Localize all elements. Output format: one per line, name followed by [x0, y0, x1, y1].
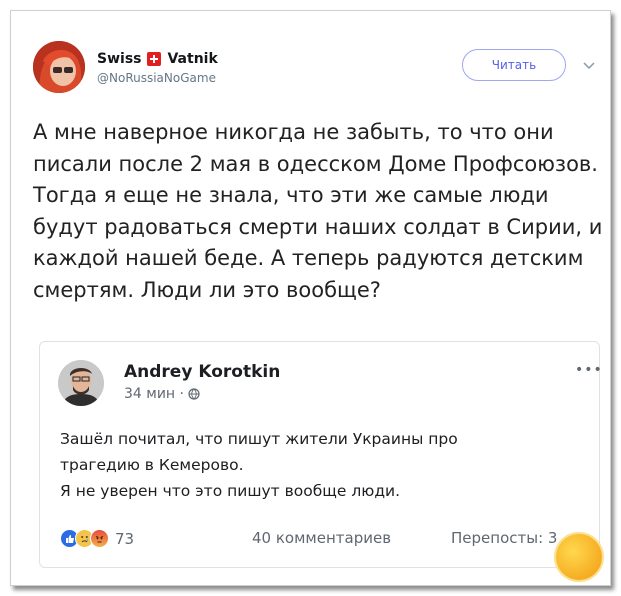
globe-icon: [188, 388, 200, 400]
post-line: Я не уверен что это пишут вообще люди.: [60, 482, 401, 500]
post-author-name[interactable]: Andrey Korotkin: [124, 362, 280, 382]
author-handle[interactable]: @NoRussiaNoGame: [97, 71, 216, 85]
author-name-part1: Swiss: [97, 51, 142, 67]
shares-link[interactable]: Перепосты: 3: [451, 529, 557, 547]
swiss-flag-icon: [147, 52, 162, 66]
author-avatar[interactable]: [33, 41, 85, 93]
tweet-text: А мне наверное никогда не забыть, то что…: [33, 120, 603, 302]
post-author-avatar[interactable]: [58, 360, 104, 406]
tweet-card: Swiss Vatnik @NoRussiaNoGame Читать А мн…: [10, 10, 611, 586]
author-name[interactable]: Swiss Vatnik: [97, 51, 218, 67]
post-menu-icon[interactable]: •••: [575, 362, 603, 378]
post-text: Зашёл почитал, что пишут жители Украины …: [60, 426, 580, 504]
comments-link[interactable]: 40 комментариев: [252, 529, 391, 547]
follow-button[interactable]: Читать: [462, 49, 566, 81]
post-timestamp[interactable]: 34 мин ·: [124, 386, 200, 402]
post-time-text: 34 мин ·: [124, 386, 184, 402]
chevron-down-icon[interactable]: [581, 57, 597, 73]
author-name-part2: Vatnik: [167, 51, 218, 67]
angry-reaction-icon: [90, 529, 109, 548]
post-line: Зашёл почитал, что пишут жители Украины …: [60, 430, 458, 448]
embedded-facebook-post[interactable]: Andrey Korotkin 34 мин · ••• Зашёл почит…: [39, 341, 603, 568]
reaction-count: 73: [115, 529, 135, 548]
post-line: трагедию в Кемерово.: [60, 456, 244, 474]
reactions[interactable]: 73: [60, 529, 134, 548]
